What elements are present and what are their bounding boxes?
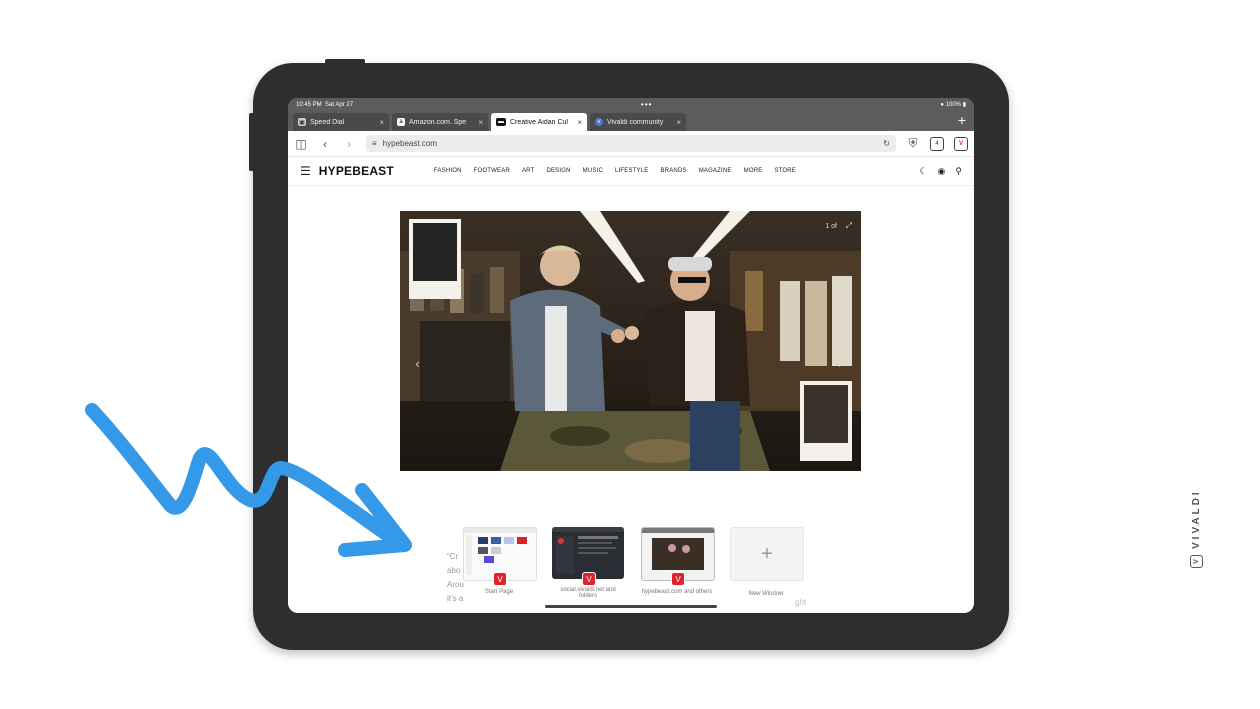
vivaldi-brand: V VIVALDI xyxy=(1190,489,1203,568)
vivaldi-logo-icon: V xyxy=(1190,555,1203,568)
annotation-arrow-icon xyxy=(85,403,412,557)
